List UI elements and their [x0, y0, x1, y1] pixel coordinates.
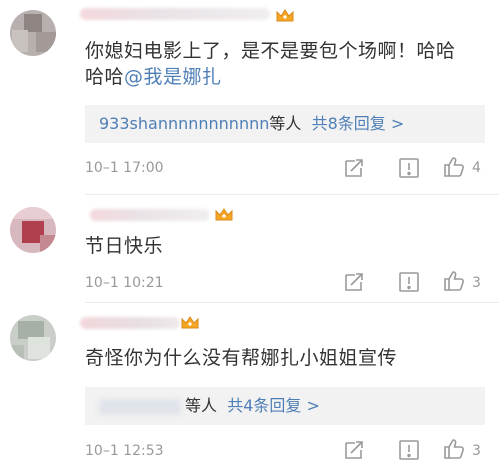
comment-item: 奇怪你为什么没有帮娜扎小姐姐宣传 等人 共4条回复 > 10–1 12:53 3 [0, 303, 499, 471]
crown-icon [214, 207, 234, 223]
chevron-right-icon: > [390, 114, 405, 133]
avatar[interactable] [10, 10, 56, 56]
timestamp: 10–1 10:21 [85, 275, 164, 291]
timestamp: 10–1 12:53 [85, 443, 164, 459]
reply-user-link[interactable]: 933shannnnnnnnnnn [99, 114, 269, 133]
share-icon[interactable] [342, 270, 366, 294]
share-icon[interactable] [342, 156, 366, 180]
replies-preview[interactable]: 933shannnnnnnnnnn等人 共8条回复 > [85, 105, 485, 143]
crown-icon [275, 8, 295, 24]
crown-icon [180, 315, 200, 331]
comment-text: 节日快乐 [85, 233, 163, 259]
comment-text-line: 哈哈 [85, 66, 125, 88]
reply-count-link[interactable]: 共4条回复 [227, 396, 301, 415]
like-count: 3 [472, 275, 481, 291]
report-icon[interactable] [397, 156, 421, 180]
comment-item: 节日快乐 10–1 10:21 3 [0, 195, 499, 300]
share-icon[interactable] [342, 438, 366, 462]
comment-text: 你媳妇电影上了，是不是要包个场啊！哈哈 哈哈@我是娜扎 [85, 38, 456, 90]
timestamp: 10–1 17:00 [85, 160, 164, 176]
username[interactable] [90, 209, 210, 221]
comment-text-line: 你媳妇电影上了，是不是要包个场啊！哈哈 [85, 40, 456, 62]
comment-text: 奇怪你为什么没有帮娜扎小姐姐宣传 [85, 345, 397, 371]
reply-suffix: 等人 [185, 396, 218, 415]
like-icon[interactable] [442, 155, 466, 179]
avatar[interactable] [10, 315, 56, 361]
reply-user-blurred[interactable] [99, 398, 181, 415]
mention-link[interactable]: @我是娜扎 [124, 66, 222, 88]
username[interactable] [80, 8, 270, 20]
like-count: 4 [472, 160, 481, 176]
avatar[interactable] [10, 207, 56, 253]
comment-item: 你媳妇电影上了，是不是要包个场啊！哈哈 哈哈@我是娜扎 933shannnnnn… [0, 0, 499, 200]
like-icon[interactable] [442, 437, 466, 461]
report-icon[interactable] [397, 438, 421, 462]
like-icon[interactable] [442, 269, 466, 293]
comment-text-line: 节日快乐 [85, 235, 164, 257]
like-count: 3 [472, 443, 481, 459]
comment-text-line: 奇怪你为什么没有帮娜扎小姐姐宣传 [85, 347, 398, 369]
reply-suffix: 等人 [269, 114, 302, 133]
replies-preview[interactable]: 等人 共4条回复 > [85, 387, 485, 425]
chevron-right-icon: > [306, 396, 320, 415]
username[interactable] [80, 317, 180, 329]
report-icon[interactable] [397, 270, 421, 294]
reply-count-link[interactable]: 共8条回复 [312, 114, 386, 133]
